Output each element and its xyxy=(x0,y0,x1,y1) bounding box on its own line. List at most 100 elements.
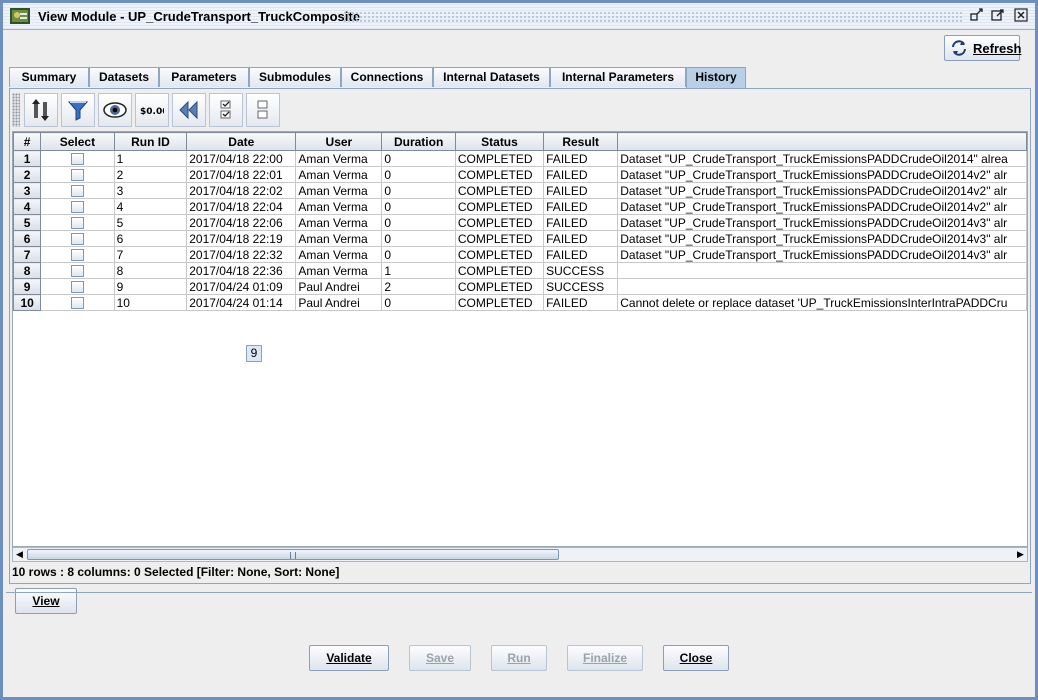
result-cell[interactable]: SUCCESS xyxy=(543,262,619,279)
status-cell[interactable]: COMPLETED xyxy=(455,150,545,167)
table-row[interactable]: 5 5 2017/04/18 22:06 Aman Verma 0 COMPLETED FA… xyxy=(13,214,1027,231)
result-cell[interactable]: FAILED xyxy=(543,166,619,183)
status-cell[interactable]: COMPLETED xyxy=(455,198,545,215)
validate-button[interactable]: Validate xyxy=(309,645,389,671)
column-header-duration[interactable]: Duration xyxy=(381,132,456,151)
run-button[interactable]: Run xyxy=(491,645,547,671)
status-cell[interactable]: COMPLETED xyxy=(455,182,545,199)
duration-cell[interactable]: 2 xyxy=(381,278,456,295)
tab-datasets[interactable]: Datasets xyxy=(89,67,159,87)
message-cell[interactable] xyxy=(617,262,1027,279)
table-row[interactable]: 3 3 2017/04/18 22:02 Aman Verma 0 COMPLETED FA… xyxy=(13,182,1027,199)
row-number-cell[interactable]: 4 xyxy=(13,198,42,215)
clear-selection-button[interactable] xyxy=(246,93,280,127)
close-button[interactable]: Close xyxy=(663,645,729,671)
run-id-cell[interactable]: 10 xyxy=(114,294,188,311)
format-button[interactable]: $0.00 xyxy=(135,93,169,127)
run-id-cell[interactable]: 8 xyxy=(114,262,188,279)
save-button[interactable]: Save xyxy=(409,645,471,671)
duration-cell[interactable]: 1 xyxy=(381,262,456,279)
select-all-button[interactable] xyxy=(209,93,243,127)
row-number-cell[interactable]: 9 xyxy=(13,278,42,295)
run-id-cell[interactable]: 2 xyxy=(114,166,188,183)
toolbar-grip[interactable] xyxy=(12,93,20,127)
row-number-cell[interactable]: 7 xyxy=(13,246,42,263)
row-select-checkbox[interactable] xyxy=(70,169,84,182)
duration-cell[interactable]: 0 xyxy=(381,182,456,199)
result-cell[interactable]: FAILED xyxy=(543,230,619,247)
message-cell[interactable]: Dataset "UP_CrudeTransport_TruckEmission… xyxy=(617,214,1027,231)
show-columns-button[interactable] xyxy=(98,93,132,127)
table-row[interactable]: 6 6 2017/04/18 22:19 Aman Verma 0 COMPLETED FA… xyxy=(13,230,1027,247)
horizontal-scrollbar[interactable]: ◀ ▶ xyxy=(12,547,1028,562)
message-cell[interactable]: Cannot delete or replace dataset 'UP_Tru… xyxy=(617,294,1027,311)
result-cell[interactable]: FAILED xyxy=(543,246,619,263)
column-header-date[interactable]: Date xyxy=(186,132,297,151)
status-cell[interactable]: COMPLETED xyxy=(455,166,545,183)
column-header-user[interactable]: User xyxy=(295,132,383,151)
run-id-cell[interactable]: 4 xyxy=(114,198,188,215)
row-select-checkbox[interactable] xyxy=(70,249,84,262)
user-cell[interactable]: Aman Verma xyxy=(295,246,383,263)
row-select-checkbox[interactable] xyxy=(70,233,84,246)
run-id-cell[interactable]: 9 xyxy=(114,278,188,295)
row-select-checkbox[interactable] xyxy=(70,265,84,278)
duration-cell[interactable]: 0 xyxy=(381,246,456,263)
result-cell[interactable]: FAILED xyxy=(543,150,619,167)
tab-internal-parameters[interactable]: Internal Parameters xyxy=(550,67,686,87)
row-number-cell[interactable]: 10 xyxy=(13,294,42,311)
result-cell[interactable]: FAILED xyxy=(543,294,619,311)
tab-internal-datasets[interactable]: Internal Datasets xyxy=(433,67,550,87)
table-row[interactable]: 2 2 2017/04/18 22:01 Aman Verma 0 COMPLETED FA… xyxy=(13,166,1027,183)
tab-submodules[interactable]: Submodules xyxy=(249,67,341,87)
close-icon[interactable] xyxy=(1013,8,1029,24)
duration-cell[interactable]: 0 xyxy=(381,166,456,183)
column-header-result[interactable]: Result xyxy=(543,132,619,151)
message-cell[interactable]: Dataset "UP_CrudeTransport_TruckEmission… xyxy=(617,182,1027,199)
table-row[interactable]: 8 8 2017/04/18 22:36 Aman Verma 1 COMPLETED SU… xyxy=(13,262,1027,279)
column-header-row-number[interactable]: # xyxy=(13,132,42,151)
date-cell[interactable]: 2017/04/18 22:04 xyxy=(186,198,297,215)
result-cell[interactable]: SUCCESS xyxy=(543,278,619,295)
status-cell[interactable]: COMPLETED xyxy=(455,262,545,279)
user-cell[interactable]: Aman Verma xyxy=(295,198,383,215)
reset-button[interactable] xyxy=(172,93,206,127)
user-cell[interactable]: Aman Verma xyxy=(295,214,383,231)
run-id-cell[interactable]: 1 xyxy=(114,150,188,167)
tab-history[interactable]: History xyxy=(686,67,746,88)
duration-cell[interactable]: 0 xyxy=(381,294,456,311)
row-number-cell[interactable]: 5 xyxy=(13,214,42,231)
duration-cell[interactable]: 0 xyxy=(381,150,456,167)
date-cell[interactable]: 2017/04/24 01:14 xyxy=(186,294,297,311)
row-select-checkbox[interactable] xyxy=(70,297,84,310)
status-cell[interactable]: COMPLETED xyxy=(455,246,545,263)
date-cell[interactable]: 2017/04/18 22:36 xyxy=(186,262,297,279)
maximize-icon[interactable] xyxy=(990,8,1006,24)
row-number-cell[interactable]: 2 xyxy=(13,166,42,183)
result-cell[interactable]: FAILED xyxy=(543,198,619,215)
finalize-button[interactable]: Finalize xyxy=(567,645,643,671)
row-number-cell[interactable]: 3 xyxy=(13,182,42,199)
scrollbar-thumb[interactable] xyxy=(27,549,559,560)
date-cell[interactable]: 2017/04/18 22:32 xyxy=(186,246,297,263)
duration-cell[interactable]: 0 xyxy=(381,230,456,247)
tab-parameters[interactable]: Parameters xyxy=(159,67,249,87)
run-id-cell[interactable]: 5 xyxy=(114,214,188,231)
column-header-select[interactable]: Select xyxy=(40,132,115,151)
message-cell[interactable]: Dataset "UP_CrudeTransport_TruckEmission… xyxy=(617,198,1027,215)
status-cell[interactable]: COMPLETED xyxy=(455,230,545,247)
tab-connections[interactable]: Connections xyxy=(341,67,433,87)
row-select-checkbox[interactable] xyxy=(70,217,84,230)
user-cell[interactable]: Aman Verma xyxy=(295,150,383,167)
sort-button[interactable] xyxy=(24,93,58,127)
user-cell[interactable]: Aman Verma xyxy=(295,262,383,279)
user-cell[interactable]: Aman Verma xyxy=(295,230,383,247)
user-cell[interactable]: Aman Verma xyxy=(295,166,383,183)
result-cell[interactable]: FAILED xyxy=(543,182,619,199)
scroll-right-icon[interactable]: ▶ xyxy=(1014,549,1027,561)
user-cell[interactable]: Paul Andrei xyxy=(295,278,383,295)
tab-summary[interactable]: Summary xyxy=(9,67,89,87)
status-cell[interactable]: COMPLETED xyxy=(455,278,545,295)
row-select-checkbox[interactable] xyxy=(70,153,84,166)
date-cell[interactable]: 2017/04/18 22:01 xyxy=(186,166,297,183)
